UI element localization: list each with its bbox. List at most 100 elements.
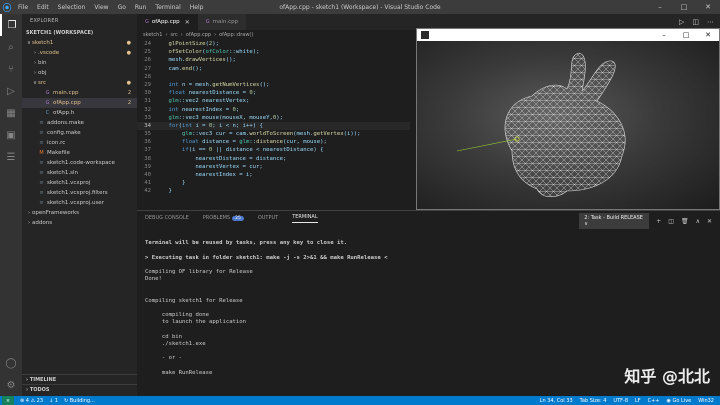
tab-debug-console[interactable]: DEBUG CONSOLE (145, 215, 189, 221)
building-status[interactable]: ↻ Building... (64, 398, 95, 404)
close-tab-icon[interactable]: ✕ (185, 19, 190, 26)
explorer-icon[interactable]: ❐ (0, 14, 22, 36)
tree-item[interactable]: ≡ icon.rc (22, 138, 137, 148)
terminal-select-dropdown[interactable]: 2: Task - Build RELEASE ∨ (579, 213, 650, 229)
code-line[interactable]: 28 (137, 73, 417, 81)
minimize-button[interactable]: – (648, 0, 672, 14)
menu-terminal[interactable]: Terminal (155, 4, 180, 11)
tree-item[interactable]: ∨ src ● (22, 78, 137, 88)
source-control-icon[interactable]: ⑂ (0, 58, 22, 80)
search-icon[interactable]: ⌕ (0, 36, 22, 58)
breadcrumb-item[interactable]: src (170, 30, 177, 40)
code-line[interactable]: 26 mesh.drawVertices(); (137, 56, 417, 64)
tree-item[interactable]: › bin (22, 58, 137, 68)
code-line[interactable]: 41 } (137, 179, 417, 187)
remote-explorer-icon[interactable]: ▣ (0, 124, 22, 146)
render-close-button[interactable]: ✕ (697, 29, 719, 41)
run-debug-icon[interactable]: ▷ (0, 80, 22, 102)
menu-help[interactable]: Help (190, 4, 204, 11)
code-editor[interactable]: 24 glPointSize(2); 25 ofSetColor(ofColor:… (137, 40, 417, 210)
tree-item[interactable]: CofApp.h (22, 108, 137, 118)
tab-ofapp-cpp[interactable]: G ofApp.cpp ✕ (137, 14, 198, 30)
maximize-panel-icon[interactable]: ∧ (696, 218, 700, 225)
tree-item[interactable]: Gmain.cpp 2 (22, 88, 137, 98)
menu-file[interactable]: File (18, 4, 28, 11)
code-line[interactable]: 31 glm::vec2 nearestVertex; (137, 97, 417, 105)
tree-item[interactable]: GofApp.cpp 2 (22, 98, 137, 108)
code-line[interactable]: 30 float nearestDistance = 0; (137, 89, 417, 97)
code-line[interactable]: 25 ofSetColor(ofColor::white); (137, 48, 417, 56)
tree-item[interactable]: ≡ config.make (22, 128, 137, 138)
tab-size[interactable]: Tab Size: 4 (580, 398, 607, 404)
tree-item[interactable]: ≡ addons.make (22, 118, 137, 128)
todos-section-header[interactable]: › TODOS (22, 385, 137, 395)
render-minimize-button[interactable]: – (653, 29, 675, 41)
errors-warnings-status[interactable]: ⊗ 4 ⚠ 23 (20, 398, 43, 404)
line-ending[interactable]: LF (635, 398, 641, 404)
breadcrumb-item[interactable]: sketch1 (143, 30, 162, 40)
new-terminal-icon[interactable]: + (656, 218, 661, 225)
cursor-position[interactable]: Ln 34, Col 33 (540, 398, 573, 404)
split-editor-icon[interactable]: ◫ (692, 18, 699, 26)
menu-selection[interactable]: Selection (58, 4, 86, 11)
tree-item[interactable]: › .vscode ● (22, 48, 137, 58)
code-line[interactable]: 37 if(i == 0 || distance < nearestDistan… (137, 146, 417, 154)
workspace-section-header[interactable]: SKETCH1 (WORKSPACE) (22, 28, 137, 38)
menu-go[interactable]: Go (118, 4, 126, 11)
tree-item-label: config.make (47, 130, 81, 136)
code-line[interactable]: 32 int nearestIndex = 0; (137, 106, 417, 114)
render-maximize-button[interactable]: □ (675, 29, 697, 41)
menu-run[interactable]: Run (135, 4, 147, 11)
kill-terminal-icon[interactable]: 🗑 (681, 218, 689, 225)
tree-item[interactable]: › obj (22, 68, 137, 78)
tab-main-cpp[interactable]: G main.cpp (197, 14, 247, 30)
tree-item[interactable]: ≡ sketch1.code-workspace (22, 158, 137, 168)
go-live-button[interactable]: ◉ Go Live (667, 398, 692, 404)
tree-item[interactable]: ∨ sketch1 ● (22, 38, 137, 48)
line-number: 36 (144, 139, 151, 146)
tab-problems[interactable]: PROBLEMS 25 (203, 215, 244, 221)
breadcrumb-item[interactable]: ofApp.cpp (186, 30, 211, 40)
code-line[interactable]: 42 } (137, 187, 417, 195)
tab-output[interactable]: OUTPUT (258, 215, 278, 221)
code-line[interactable]: 27 cam.end(); (137, 65, 417, 73)
tree-item[interactable]: ≡ sketch1.vcxproj (22, 178, 137, 188)
language-mode[interactable]: C++ (648, 398, 660, 404)
tree-item[interactable]: M Makefile (22, 148, 137, 158)
tree-item[interactable]: › openFrameworks (22, 208, 137, 218)
code-line[interactable]: 34 for(int i = 0; i < n; i++) { (137, 121, 417, 131)
tree-item[interactable]: ≡ sketch1.vcxproj.user (22, 198, 137, 208)
accounts-icon[interactable]: ◯ (0, 352, 22, 374)
code-line[interactable]: 36 float distance = glm::distance(cur, m… (137, 138, 417, 146)
settings-gear-icon[interactable]: ⚙ (0, 374, 22, 396)
maximize-button[interactable]: □ (672, 0, 696, 14)
extensions-icon[interactable]: ▦ (0, 102, 22, 124)
run-icon[interactable]: ▷ (679, 18, 684, 26)
menu-view[interactable]: View (94, 4, 108, 11)
tree-item[interactable]: ≡ sketch1.vcxproj.filters (22, 188, 137, 198)
split-terminal-icon[interactable]: ◫ (668, 218, 674, 225)
remote-indicator-icon[interactable]: ⨯ (2, 396, 14, 405)
platform-config[interactable]: Win32 (698, 398, 714, 404)
references-icon[interactable]: ☰ (0, 146, 22, 168)
terminal-output[interactable]: Terminal will be reused by tasks, press … (145, 233, 705, 377)
menu-edit[interactable]: Edit (37, 4, 49, 11)
close-panel-icon[interactable]: ✕ (707, 218, 712, 225)
breadcrumb-item[interactable]: ofApp::draw() (219, 30, 253, 40)
tree-item[interactable]: ≡ sketch1.sln (22, 168, 137, 178)
code-line[interactable]: 38 nearestDistance = distance; (137, 155, 417, 163)
encoding[interactable]: UTF-8 (613, 398, 628, 404)
render-canvas[interactable] (417, 41, 719, 209)
code-line[interactable]: 29 int n = mesh.getNumVertices(); (137, 81, 417, 89)
code-line[interactable]: 33 glm::vec3 mouse(mouseX, mouseY,0); (137, 114, 417, 122)
code-line[interactable]: 40 nearestIndex = i; (137, 171, 417, 179)
more-actions-icon[interactable]: ⋯ (707, 18, 714, 26)
close-window-button[interactable]: ✕ (696, 0, 720, 14)
tree-item-label: bin (38, 60, 47, 66)
tasks-status[interactable]: ↓ 1 (49, 398, 58, 404)
code-line[interactable]: 39 nearestVertex = cur; (137, 163, 417, 171)
tab-terminal[interactable]: TERMINAL (292, 214, 318, 223)
code-line[interactable]: 35 glm::vec3 cur = cam.worldToScreen(mes… (137, 130, 417, 138)
tree-item[interactable]: › addons (22, 218, 137, 228)
code-line[interactable]: 24 glPointSize(2); (137, 40, 417, 48)
